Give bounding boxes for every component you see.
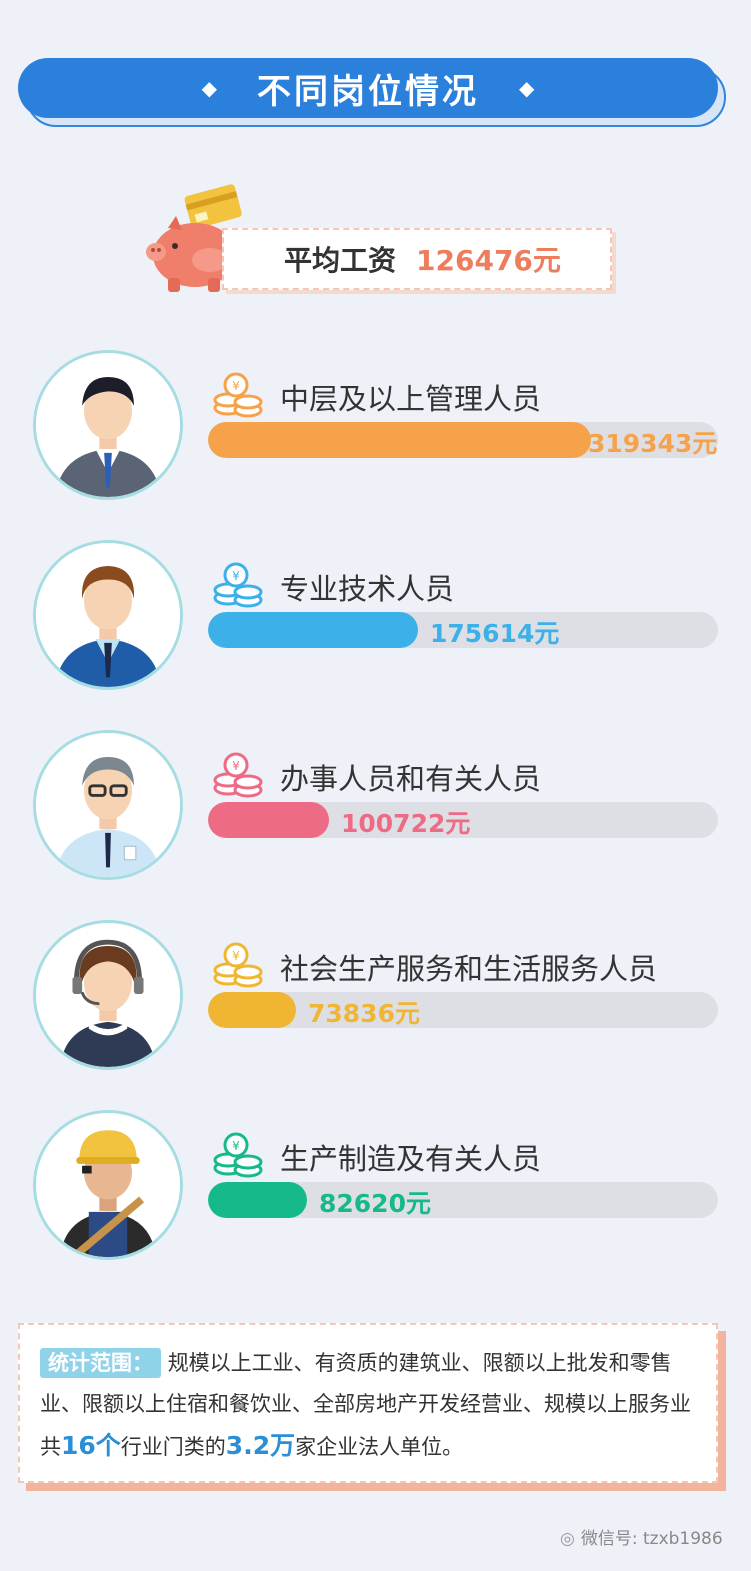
person-avatar-icon <box>33 730 183 880</box>
bar-value-label: 175614元 <box>430 619 560 648</box>
diamond-icon: ◆ <box>519 76 535 100</box>
bar-category-label: 专业技术人员 <box>280 572 455 606</box>
bar-value-label: 319343元 <box>588 429 718 458</box>
bar-track <box>208 992 718 1028</box>
bar-category-label: 办事人员和有关人员 <box>280 762 542 796</box>
coins-icon: ¥ <box>212 562 264 612</box>
bar <box>208 992 296 1028</box>
bar-track <box>208 1182 718 1218</box>
bar-value-label: 100722元 <box>341 809 471 838</box>
svg-text:¥: ¥ <box>232 949 240 963</box>
watermark: ◎ 微信号: tzxb1986 <box>560 1524 723 1549</box>
bar-row: ¥ 专业技术人员 175614元 <box>0 540 751 710</box>
page-title: 不同岗位情况 <box>257 71 479 112</box>
scope-tag: 统计范围： <box>40 1348 161 1378</box>
svg-text:¥: ¥ <box>232 759 240 773</box>
diamond-icon: ◆ <box>201 76 217 100</box>
bar <box>208 422 591 458</box>
wechat-icon: ◎ <box>560 1529 575 1549</box>
bar-category-label: 社会生产服务和生活服务人员 <box>280 952 658 986</box>
bar-value-label: 73836元 <box>308 999 420 1028</box>
scope-text-2: 行业门类的 <box>120 1435 226 1459</box>
bar-row: ¥ 办事人员和有关人员 100722元 <box>0 730 751 900</box>
bar-value-label: 82620元 <box>319 1189 431 1218</box>
header-banner: ◆ 不同岗位情况 ◆ <box>18 58 718 118</box>
bar <box>208 612 418 648</box>
average-salary-box: 平均工资 126476元 <box>222 228 612 290</box>
person-avatar-icon <box>33 1110 183 1260</box>
coins-icon: ¥ <box>212 942 264 992</box>
person-avatar-icon <box>33 540 183 690</box>
svg-text:¥: ¥ <box>232 1139 240 1153</box>
bar-row: ¥ 社会生产服务和生活服务人员 73836元 <box>0 920 751 1090</box>
scope-text-3: 家企业法人单位。 <box>295 1435 464 1459</box>
bar <box>208 802 329 838</box>
watermark-text: 微信号: tzxb1986 <box>580 1529 723 1549</box>
svg-text:¥: ¥ <box>232 569 240 583</box>
coins-icon: ¥ <box>212 372 264 422</box>
average-salary-label: 平均工资 <box>284 244 397 277</box>
scope-highlight-count: 3.2万 <box>225 1431 296 1460</box>
bar-row: ¥ 中层及以上管理人员 319343元 <box>0 350 751 520</box>
bar <box>208 1182 307 1218</box>
bar-row: ¥ 生产制造及有关人员 82620元 <box>0 1110 751 1280</box>
scope-highlight-industries: 16个 <box>61 1431 121 1460</box>
scope-note: 统计范围： 规模以上工业、有资质的建筑业、限额以上批发和零售业、限额以上住宿和餐… <box>18 1323 718 1483</box>
average-salary-value: 126476元 <box>416 244 561 277</box>
person-avatar-icon <box>33 350 183 500</box>
svg-text:¥: ¥ <box>232 379 240 393</box>
person-avatar-icon <box>33 920 183 1070</box>
bar-category-label: 中层及以上管理人员 <box>280 382 542 416</box>
bar-category-label: 生产制造及有关人员 <box>280 1142 542 1176</box>
coins-icon: ¥ <box>212 752 264 802</box>
coins-icon: ¥ <box>212 1132 264 1182</box>
